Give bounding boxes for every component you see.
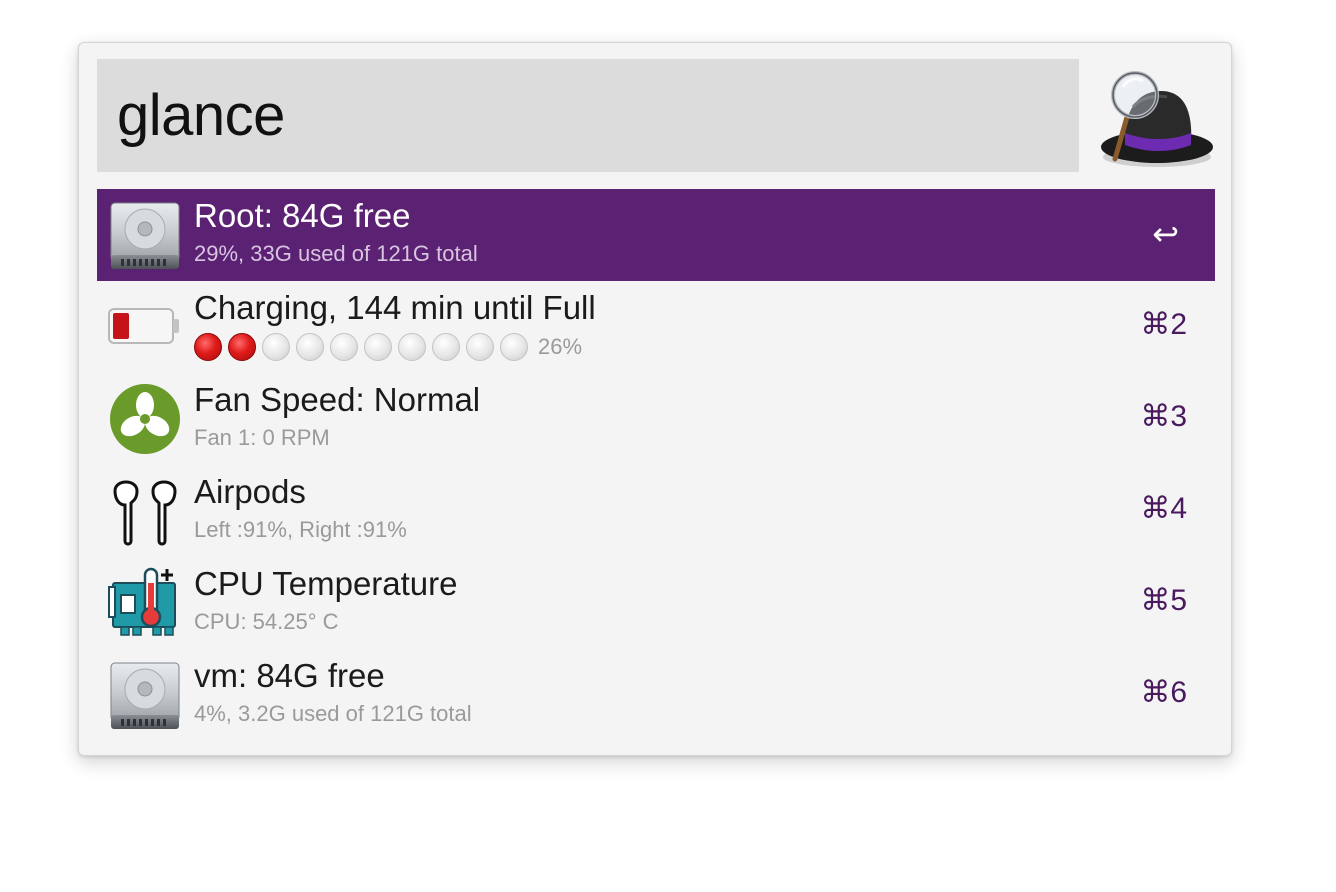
battery-dot-empty <box>262 333 290 361</box>
cpu-temperature-icon <box>107 565 183 641</box>
result-row-fan[interactable]: Fan Speed: Normal Fan 1: 0 RPM ⌘3 <box>97 373 1215 465</box>
shortcut-label: ⌘3 <box>1140 400 1187 433</box>
alfred-hat-icon <box>1097 67 1217 171</box>
result-subtitle: 29%, 33G used of 121G total <box>194 241 478 266</box>
battery-dot-empty <box>432 333 460 361</box>
search-field[interactable]: glance <box>97 59 1079 172</box>
result-subtitle: 4%, 3.2G used of 121G total <box>194 701 472 726</box>
result-row-cpu-temperature[interactable]: CPU Temperature CPU: 54.25° C ⌘5 <box>97 557 1215 649</box>
result-row-battery[interactable]: Charging, 144 min until Full 26% ⌘2 <box>97 281 1215 373</box>
result-row-airpods[interactable]: Airpods Left :91%, Right :91% ⌘4 <box>97 465 1215 557</box>
battery-dot-empty <box>330 333 358 361</box>
result-title: Charging, 144 min until Full <box>194 289 596 326</box>
shortcut-label: ⌘5 <box>1140 584 1187 617</box>
result-row-root[interactable]: Root: 84G free 29%, 33G used of 121G tot… <box>97 189 1215 281</box>
result-title: Fan Speed: Normal <box>194 381 481 418</box>
hard-drive-icon <box>107 197 183 273</box>
battery-level-indicator: 26% <box>194 333 582 363</box>
shortcut-label: ⌘2 <box>1140 308 1187 341</box>
result-subtitle: Fan 1: 0 RPM <box>194 425 330 450</box>
result-title: vm: 84G free <box>194 657 385 694</box>
battery-dot-empty <box>466 333 494 361</box>
alfred-window: glance Root: 84G free 29%, 33G used of 1… <box>78 42 1232 756</box>
airpods-icon <box>107 473 183 549</box>
battery-dot-empty <box>296 333 324 361</box>
battery-dot-filled <box>228 333 256 361</box>
result-subtitle: Left :91%, Right :91% <box>194 517 407 542</box>
battery-percent: 26% <box>538 334 583 359</box>
battery-dot-empty <box>398 333 426 361</box>
results-list: Root: 84G free 29%, 33G used of 121G tot… <box>97 189 1215 741</box>
shortcut-label: ⌘6 <box>1140 676 1187 709</box>
battery-dot-filled <box>194 333 222 361</box>
battery-icon <box>107 289 183 365</box>
result-title: CPU Temperature <box>194 565 458 602</box>
result-title: Airpods <box>194 473 306 510</box>
result-title: Root: 84G free <box>194 197 411 234</box>
hard-drive-icon <box>107 657 183 733</box>
battery-dot-empty <box>500 333 528 361</box>
return-key-icon: ↩ <box>1152 216 1179 252</box>
battery-dot-empty <box>364 333 392 361</box>
fan-icon <box>107 381 183 457</box>
shortcut-label: ⌘4 <box>1140 492 1187 525</box>
result-row-vm[interactable]: vm: 84G free 4%, 3.2G used of 121G total… <box>97 649 1215 741</box>
search-input[interactable]: glance <box>117 59 285 172</box>
result-subtitle: CPU: 54.25° C <box>194 609 339 634</box>
